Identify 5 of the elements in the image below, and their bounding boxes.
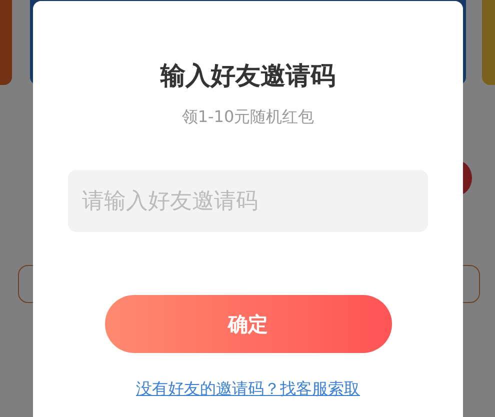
confirm-button[interactable]: 确定 [104,295,392,353]
dialog-title: 输入好友邀请码 [160,60,336,92]
dialog-subtitle: 领1-10元随机红包 [182,106,314,128]
invite-code-field[interactable]: 请输入好友邀请码 [68,170,428,232]
help-link[interactable]: 没有好友的邀请码？找客服索取 [136,378,360,400]
